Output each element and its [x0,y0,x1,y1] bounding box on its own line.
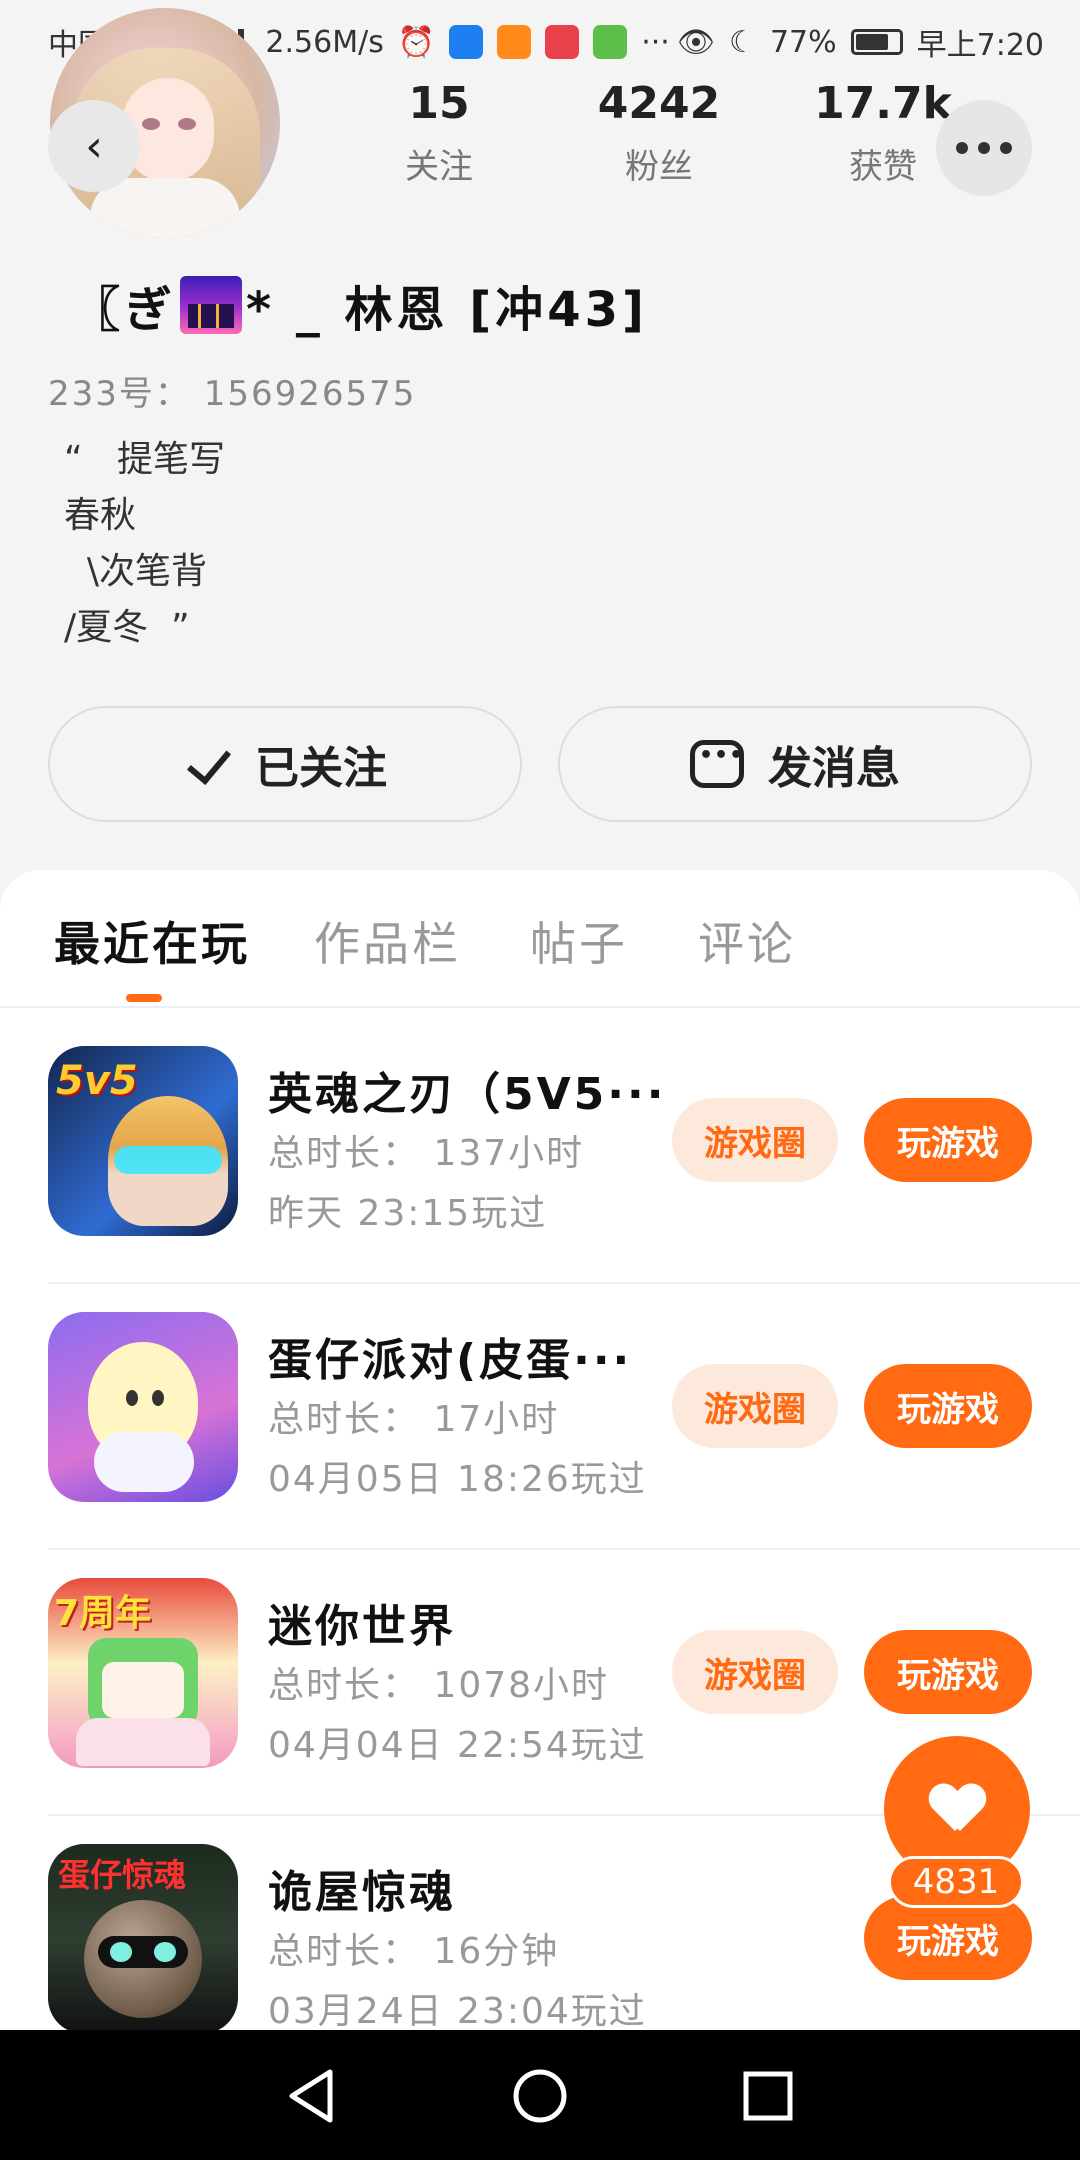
game-circle-button[interactable]: 游戏圈 [672,1630,838,1714]
game-app-icon [593,25,628,59]
more-button[interactable] [936,100,1032,196]
followed-label: 已关注 [255,743,387,794]
game-icon-visor [114,1146,222,1174]
game-icon-eye [154,1942,176,1962]
clock: 早上7:20 [916,28,1044,63]
username-prefix: 〖ぎ [72,282,177,338]
bio: “ 提笔写 春秋 \次笔背 /夏冬 ” [64,439,225,648]
game-icon: 5v5 [48,1046,238,1236]
game-item[interactable]: 蛋仔派对(皮蛋··· 总时长： 17小时 04月05日 18:26玩过 游戏圈 … [48,1272,1032,1538]
game-item[interactable]: 5v5 英魂之刃（5V5··· 总时长： 137小时 昨天 23:15玩过 游戏… [48,1006,1032,1272]
game-name: 蛋仔派对(皮蛋··· [268,1335,633,1386]
game-icon [48,1312,238,1502]
huawei-app-icon [545,25,580,59]
game-duration: 总时长： 137小时 [268,1133,585,1174]
check-icon [183,746,231,782]
play-game-button[interactable]: 玩游戏 [864,1364,1032,1448]
nav-home-button[interactable] [508,2064,572,2128]
username: 〖ぎ * _ 林恩 [冲43] [72,270,648,340]
game-last-played: 04月05日 18:26玩过 [268,1459,647,1500]
game-icon-body [94,1432,194,1492]
play-app-icon [497,25,532,59]
circle-home-icon [513,2069,567,2123]
game-icon-cake [76,1718,210,1766]
city-night-emoji-icon [180,276,243,334]
game-last-played: 03月24日 23:04玩过 [268,1991,647,2032]
tab-posts[interactable]: 帖子 [530,908,628,974]
eye-icon: 👁 [676,24,716,60]
stat-following-count: 15 [408,78,470,129]
more-notifications-icon: ··· [641,24,670,60]
stat-followers-label: 粉丝 [625,147,693,187]
play-game-button[interactable]: 玩游戏 [864,1630,1032,1714]
net-speed: 2.56M/s [265,24,384,60]
game-duration: 总时长： 16分钟 [268,1931,560,1972]
game-icon-text: 7周年 [54,1593,152,1634]
play-game-button[interactable]: 玩游戏 [864,1896,1032,1980]
username-suffix: * _ 林恩 [冲43] [246,282,648,338]
back-arrow-icon: ‹ [85,120,103,172]
game-last-played: 昨天 23:15玩过 [268,1193,548,1234]
game-icon-text: 5v5 [56,1058,138,1104]
more-horizontal-icon [951,142,1017,154]
moon-icon: ☾ [729,24,756,60]
stat-followers-count: 4242 [597,78,721,129]
game-item[interactable]: 7周年 迷你世界 总时长： 1078小时 04月04日 22:54玩过 游戏圈 … [48,1538,1032,1804]
tab-recent-play[interactable]: 最近在玩 [54,908,250,974]
alarm-off-icon: ⏰ [397,24,436,60]
chat-bubble-icon [690,740,744,788]
battery-percent: 77% [769,24,837,60]
user-id: 233号： 156926575 [48,374,417,414]
nav-recent-button[interactable] [736,2064,800,2128]
avatar-eye-right [178,118,196,130]
like-count: 4831 [888,1856,1024,1908]
avatar-eye-left [142,118,160,130]
game-name: 迷你世界 [268,1601,456,1652]
game-name: 诡屋惊魂 [268,1867,456,1918]
triangle-back-icon [289,2069,333,2123]
game-circle-button[interactable]: 游戏圈 [672,1364,838,1448]
stat-following[interactable]: 15 关注 [354,78,524,188]
shield-app-icon [449,25,484,59]
message-label: 发消息 [768,743,900,794]
game-circle-button[interactable]: 游戏圈 [672,1098,838,1182]
game-icon-text: 蛋仔惊魂 [58,1856,187,1894]
battery-icon [850,29,903,55]
game-icon-eye [152,1390,164,1406]
tab-indicator [126,994,162,1002]
game-icon: 7周年 [48,1578,238,1768]
tab-works[interactable]: 作品栏 [314,908,461,974]
game-duration: 总时长： 17小时 [268,1399,560,1440]
nav-back-button[interactable] [280,2064,344,2128]
stat-following-label: 关注 [405,147,473,187]
game-icon: 蛋仔惊魂 [48,1844,238,2034]
game-last-played: 04月04日 22:54玩过 [268,1725,647,1766]
game-name: 英魂之刃（5V5··· [268,1069,667,1120]
followed-button[interactable]: 已关注 [48,706,522,822]
tab-bar: 最近在玩 作品栏 帖子 评论 [0,870,1080,1008]
game-duration: 总时长： 1078小时 [268,1665,610,1706]
back-button[interactable]: ‹ [48,100,140,192]
square-recent-icon [743,2071,793,2121]
game-icon-eye [110,1942,132,1962]
tab-comments[interactable]: 评论 [698,908,796,974]
heart-icon [930,1785,984,1833]
stat-followers[interactable]: 4242 粉丝 [574,78,744,188]
message-button[interactable]: 发消息 [558,706,1032,822]
play-game-button[interactable]: 玩游戏 [864,1098,1032,1182]
game-icon-eye [126,1390,138,1406]
system-nav-bar [0,2030,1080,2160]
game-icon-face [102,1662,184,1718]
